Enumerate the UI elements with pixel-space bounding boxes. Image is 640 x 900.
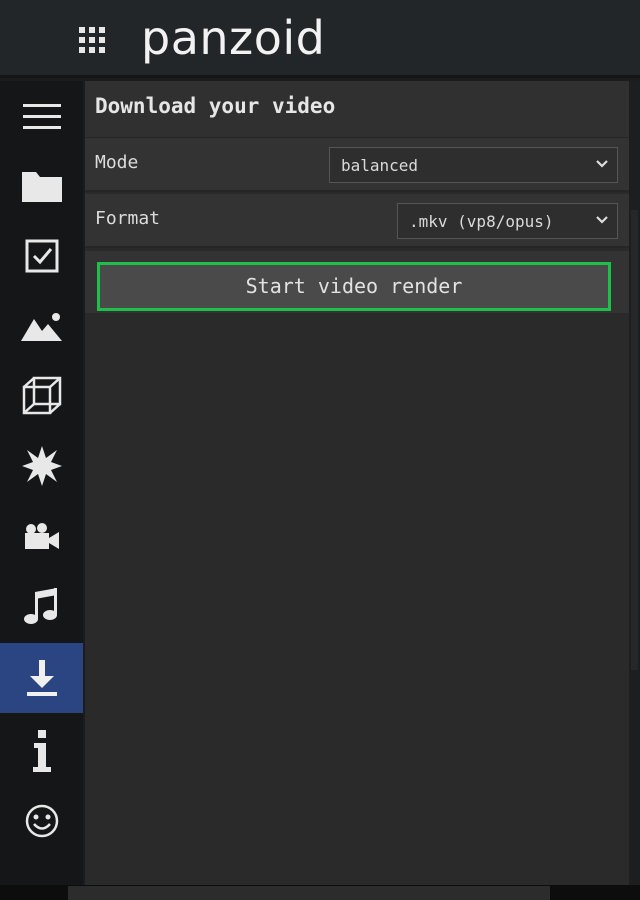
sidebar-item-menu[interactable] [0,81,83,151]
mode-select[interactable]: balanced [329,147,618,183]
format-select-value: .mkv (vp8/opus) [409,212,554,231]
sidebar-item-info[interactable] [0,716,83,786]
image-icon [20,313,62,341]
sidebar-item-download[interactable] [0,643,83,713]
download-icon [26,660,57,696]
top-bar: panzoid [0,0,640,78]
sidebar-item-folder[interactable] [0,151,83,221]
apps-grid-icon[interactable] [79,27,107,55]
info-icon [32,730,51,772]
sidebar-item-audio[interactable] [0,571,83,641]
mode-label: Mode [95,152,139,173]
folder-icon [21,172,62,202]
burst-icon [21,446,62,486]
sidebar-item-3d[interactable] [0,361,83,431]
app-window: panzoid Download your video Mode balance… [0,0,640,900]
format-label: Format [95,208,161,229]
sidebar-item-images[interactable] [0,291,83,361]
smiley-icon [25,804,58,838]
chevron-down-icon [596,216,608,224]
sidebar-item-camera[interactable] [0,501,83,571]
render-row: Start video render [85,251,629,313]
panel-scrollbar-thumb[interactable] [631,210,638,670]
format-select[interactable]: .mkv (vp8/opus) [397,203,618,239]
chevron-down-icon [596,160,608,168]
format-row: Format .mkv (vp8/opus) [85,194,629,248]
start-render-button[interactable]: Start video render [97,262,611,311]
cube-icon [22,376,61,415]
music-icon [23,588,57,624]
panel-header: Download your video [85,81,629,138]
sidebar [0,81,83,885]
sidebar-item-profile[interactable] [0,786,83,856]
download-panel: Download your video Mode balanced Format… [85,81,629,885]
brand-logo[interactable]: panzoid [141,6,325,70]
mode-select-value: balanced [341,156,419,175]
menu-icon [22,104,61,129]
sidebar-item-effects[interactable] [0,431,83,501]
sidebar-item-checklist[interactable] [0,221,83,291]
mode-row: Mode balanced [85,138,629,192]
video-camera-icon [24,523,59,549]
horizontal-scrollbar-thumb[interactable] [68,886,550,900]
checkbox-icon [25,239,58,273]
panel-title: Download your video [95,94,336,118]
